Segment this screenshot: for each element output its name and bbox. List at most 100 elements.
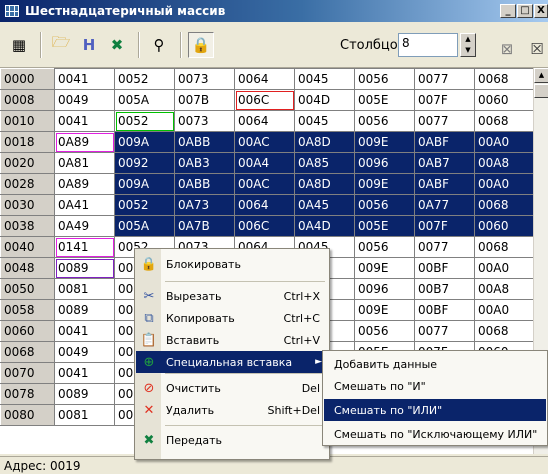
hex-cell[interactable]: 0077: [414, 236, 475, 258]
hex-cell[interactable]: 00AC: [234, 131, 295, 153]
hex-cell[interactable]: 00A0: [474, 173, 535, 195]
hex-cell[interactable]: 0081: [54, 278, 115, 300]
menu-item-paste-special[interactable]: ⊕ Специальная вставка ►: [136, 351, 328, 373]
hex-cell[interactable]: 004D: [294, 89, 355, 111]
menu-item-delete[interactable]: ✕ Удалить Shift+Del: [136, 399, 328, 421]
hex-cell[interactable]: 0077: [414, 110, 475, 132]
hex-cell[interactable]: 0AB3: [174, 152, 235, 174]
close-button[interactable]: X: [534, 4, 548, 18]
hex-cell[interactable]: 00B7: [414, 278, 475, 300]
hex-cell[interactable]: 0056: [354, 110, 415, 132]
minimize-button[interactable]: _: [500, 4, 516, 18]
submenu-item[interactable]: Смешать по "ИЛИ": [324, 399, 546, 421]
row-address[interactable]: 0080: [0, 404, 55, 426]
hex-cell[interactable]: 0A77: [414, 194, 475, 216]
hex-cell[interactable]: 0064: [234, 194, 295, 216]
hex-cell[interactable]: 0A89: [54, 131, 115, 153]
hex-cell[interactable]: 0A85: [294, 152, 355, 174]
submenu-item[interactable]: Смешать по "И": [324, 375, 546, 397]
hex-cell[interactable]: 006C: [234, 89, 295, 111]
hex-cell[interactable]: 005A: [114, 89, 175, 111]
hex-cell[interactable]: 0ABF: [414, 173, 475, 195]
menu-item-lock[interactable]: 🔒 Блокировать: [136, 253, 328, 275]
hex-cell[interactable]: 0068: [474, 320, 535, 342]
hex-cell[interactable]: 0AB7: [414, 152, 475, 174]
hex-cell[interactable]: 0A7B: [174, 215, 235, 237]
row-address[interactable]: 0020: [0, 152, 55, 174]
hex-cell[interactable]: 005E: [354, 89, 415, 111]
hex-cell[interactable]: 009E: [354, 257, 415, 279]
menu-item-paste[interactable]: 📋 Вставить Ctrl+V: [136, 329, 328, 351]
row-address[interactable]: 0048: [0, 257, 55, 279]
hex-cell[interactable]: 009A: [114, 173, 175, 195]
hex-cell[interactable]: 0141: [54, 236, 115, 258]
row-address[interactable]: 0050: [0, 278, 55, 300]
hex-cell[interactable]: 005E: [354, 215, 415, 237]
hex-cell[interactable]: 007B: [174, 89, 235, 111]
scroll-thumb[interactable]: [534, 84, 548, 98]
hex-cell[interactable]: 0A41: [54, 194, 115, 216]
hex-cell[interactable]: 0089: [54, 299, 115, 321]
hex-cell[interactable]: 0A8D: [294, 173, 355, 195]
hex-cell[interactable]: 0056: [354, 68, 415, 90]
hex-cell[interactable]: 0092: [114, 152, 175, 174]
hex-cell[interactable]: 00A0: [474, 257, 535, 279]
binoculars-icon[interactable]: ⚲: [146, 32, 172, 58]
hex-cell[interactable]: 0068: [474, 110, 535, 132]
hex-cell[interactable]: 0045: [294, 110, 355, 132]
hex-cell[interactable]: 0A73: [174, 194, 235, 216]
hex-cell[interactable]: 0041: [54, 110, 115, 132]
hex-cell[interactable]: 009E: [354, 131, 415, 153]
hex-cell[interactable]: 00A8: [474, 152, 535, 174]
hex-cell[interactable]: 0056: [354, 320, 415, 342]
row-address[interactable]: 0060: [0, 320, 55, 342]
hex-cell[interactable]: 0052: [114, 110, 175, 132]
hex-cell[interactable]: 0045: [294, 68, 355, 90]
hex-cell[interactable]: 0073: [174, 68, 235, 90]
hex-cell[interactable]: 00BF: [414, 257, 475, 279]
menu-item-scissors[interactable]: ✂ Вырезать Ctrl+X: [136, 285, 328, 307]
hex-cell[interactable]: 0ABF: [414, 131, 475, 153]
maximize-button[interactable]: □: [517, 4, 533, 18]
hex-cell[interactable]: 0064: [234, 68, 295, 90]
grid-icon[interactable]: ▦: [6, 32, 32, 58]
row-address[interactable]: 0000: [0, 68, 55, 90]
hex-cell[interactable]: 0056: [354, 194, 415, 216]
hex-cell[interactable]: 005A: [114, 215, 175, 237]
hex-cell[interactable]: 0077: [414, 68, 475, 90]
row-address[interactable]: 0078: [0, 383, 55, 405]
hex-cell[interactable]: 0ABB: [174, 131, 235, 153]
hex-cell[interactable]: 007F: [414, 89, 475, 111]
hex-cell[interactable]: 0089: [54, 257, 115, 279]
hex-cell[interactable]: 0ABB: [174, 173, 235, 195]
row-address[interactable]: 0018: [0, 131, 55, 153]
hex-cell[interactable]: 0056: [354, 236, 415, 258]
close-panel-icon[interactable]: ☒: [524, 36, 548, 62]
hex-cell[interactable]: 0A49: [54, 215, 115, 237]
row-address[interactable]: 0010: [0, 110, 55, 132]
row-address[interactable]: 0040: [0, 236, 55, 258]
hex-cell[interactable]: 0041: [54, 362, 115, 384]
excel-icon[interactable]: ✖: [104, 32, 130, 58]
hex-cell[interactable]: 00A4: [234, 152, 295, 174]
hex-cell[interactable]: 0052: [114, 194, 175, 216]
hex-cell[interactable]: 0049: [54, 89, 115, 111]
menu-item-excel[interactable]: ✖ Передать: [136, 429, 328, 451]
menu-item-copy[interactable]: ⧉ Копировать Ctrl+C: [136, 307, 328, 329]
submenu-item[interactable]: Добавить данные: [324, 353, 546, 375]
submenu-item[interactable]: Смешать по "Исключающему ИЛИ": [324, 423, 546, 445]
row-address[interactable]: 0058: [0, 299, 55, 321]
hex-cell[interactable]: 0068: [474, 194, 535, 216]
hex-cell[interactable]: 0060: [474, 215, 535, 237]
hex-cell[interactable]: 0A81: [54, 152, 115, 174]
hex-cell[interactable]: 0068: [474, 68, 535, 90]
hex-cell[interactable]: 0041: [54, 320, 115, 342]
hex-cell[interactable]: 009E: [354, 173, 415, 195]
hex-cell[interactable]: 0A89: [54, 173, 115, 195]
hex-cell[interactable]: 006C: [234, 215, 295, 237]
hex-cell[interactable]: 0073: [174, 110, 235, 132]
row-address[interactable]: 0038: [0, 215, 55, 237]
hex-cell[interactable]: 0089: [54, 383, 115, 405]
row-address[interactable]: 0030: [0, 194, 55, 216]
row-address[interactable]: 0070: [0, 362, 55, 384]
